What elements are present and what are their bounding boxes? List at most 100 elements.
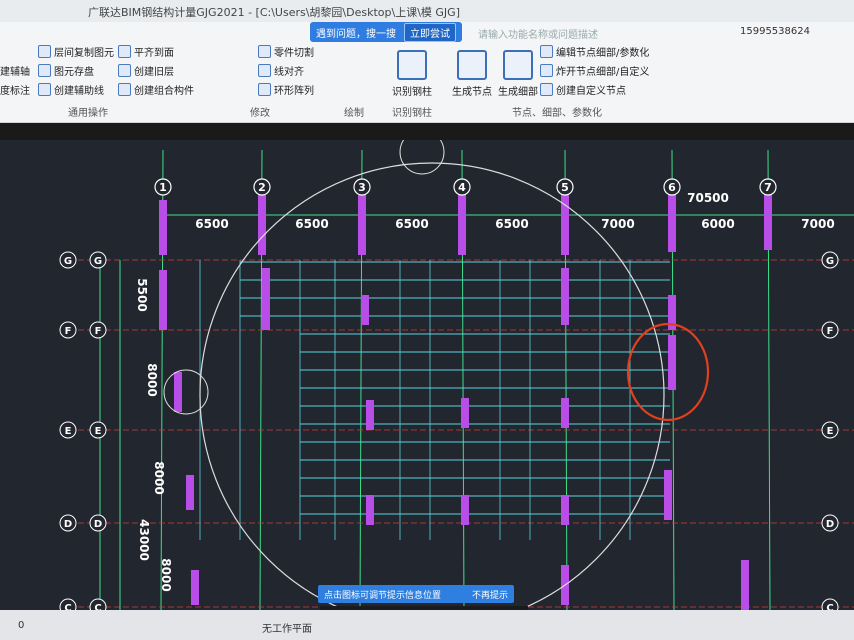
edit-node-button[interactable]: 编辑节点细部/参数化	[540, 44, 649, 59]
top-dimension: 6500	[195, 217, 228, 231]
title-bar: 广联达BIM钢结构计量GJG2021 - [C:\Users\胡黎园\Deskt…	[0, 0, 854, 22]
axis-letter-E: E	[65, 426, 72, 437]
steel-column	[764, 190, 772, 250]
ring-icon	[258, 83, 271, 96]
axis-letter-E: E	[95, 426, 102, 437]
steel-column	[668, 335, 676, 390]
line-align-icon	[258, 64, 271, 77]
node-icon	[457, 50, 487, 80]
top-dimension: 6500	[295, 217, 328, 231]
top-dimension: 6500	[495, 217, 528, 231]
work-plane-select[interactable]: 无工作平面	[262, 620, 312, 635]
axis-letter-C: C	[94, 603, 101, 610]
steel-column	[561, 495, 569, 525]
group-label-identify: 识别钢柱	[392, 108, 432, 119]
explode-node-button[interactable]: 炸开节点细部/自定义	[540, 63, 649, 78]
axis-letter-G: G	[94, 256, 102, 267]
steel-column	[174, 372, 182, 412]
steel-column	[664, 470, 672, 520]
axis-number-2: 2	[258, 181, 266, 194]
tip-bar: 点击图标可调节提示信息位置 不再提示	[318, 585, 514, 603]
try-now-button[interactable]: 立即尝试	[404, 22, 456, 42]
axis-number-5: 5	[561, 181, 569, 194]
ribbon-ring-array-button[interactable]: 环形阵列	[258, 82, 314, 97]
top-circle	[399, 129, 445, 175]
steel-column	[159, 270, 167, 330]
steel-column	[461, 398, 469, 428]
steel-column	[561, 268, 569, 325]
left-dimension: 8000	[152, 461, 166, 494]
save-icon	[38, 64, 51, 77]
status-bar: 0 无工作平面	[0, 610, 854, 640]
axis-letter-F: F	[827, 326, 834, 337]
axis-letter-D: D	[64, 519, 72, 530]
steel-column	[258, 195, 266, 255]
steel-column	[741, 560, 749, 610]
axis-letter-G: G	[64, 256, 72, 267]
generate-detail-button[interactable]: 生成细部	[494, 50, 542, 98]
align-icon	[118, 45, 131, 58]
ribbon-dimension-button[interactable]: 度标注	[0, 82, 30, 97]
drawing-canvas[interactable]: 1 2 3 4 5 6 7 G G G F F F E E E D D D C C C 6500 6500 6500 6500 70…	[0, 129, 854, 628]
steel-column	[561, 192, 569, 255]
ribbon-old-layer-button[interactable]: 创建旧层	[118, 63, 174, 78]
axis-letter-C: C	[64, 603, 71, 610]
top-dimension-total: 70500	[687, 191, 729, 205]
edit-node-icon	[540, 45, 553, 58]
axis-number-3: 3	[358, 181, 366, 194]
ribbon-align-face-button[interactable]: 平齐到面	[118, 44, 174, 59]
window-title: 广联达BIM钢结构计量GJG2021 - [C:\Users\胡黎园\Deskt…	[88, 6, 460, 19]
steel-column	[461, 495, 469, 525]
group-label-nodes: 节点、细部、参数化	[512, 108, 602, 119]
top-dimension: 6500	[395, 217, 428, 231]
axis-letter-C: C	[826, 603, 833, 610]
steel-column	[159, 200, 167, 255]
generate-node-button[interactable]: 生成节点	[448, 50, 496, 98]
cut-icon	[258, 45, 271, 58]
group-label-modify: 修改	[250, 108, 270, 119]
ribbon-combo-button[interactable]: 创建组合构件	[118, 82, 194, 97]
custom-node-icon	[540, 83, 553, 96]
identify-column-icon	[397, 50, 427, 80]
top-dimension: 7000	[801, 217, 834, 231]
ribbon-line-align-button[interactable]: 线对齐	[258, 63, 304, 78]
copy-icon	[38, 45, 51, 58]
top-dimension: 7000	[601, 217, 634, 231]
axis-number-4: 4	[458, 181, 466, 194]
steel-column	[186, 475, 194, 510]
axis-number-7: 7	[764, 181, 772, 194]
detail-icon	[503, 50, 533, 80]
steel-column	[561, 398, 569, 428]
custom-node-button[interactable]: 创建自定义节点	[540, 82, 626, 97]
columns-layer	[159, 190, 772, 610]
ribbon-aux-line-button[interactable]: 创建辅助线	[38, 82, 104, 97]
axis-letter-D: D	[826, 519, 834, 530]
axis-letter-E: E	[827, 426, 834, 437]
ribbon-aux-axis-button[interactable]: 建辅轴	[0, 63, 30, 78]
axis-number-6: 6	[668, 181, 676, 194]
tip-text: 点击图标可调节提示信息位置	[324, 590, 442, 601]
ribbon-save-element-button[interactable]: 图元存盘	[38, 63, 94, 78]
combo-icon	[118, 83, 131, 96]
steel-column	[458, 192, 466, 255]
axis-number-1: 1	[159, 181, 167, 194]
axis-letter-D: D	[94, 519, 102, 530]
group-label-common: 通用操作	[68, 108, 108, 119]
account-phone[interactable]: 15995538624	[740, 26, 810, 37]
search-input[interactable]: 请输入功能名称或问题描述	[478, 26, 598, 41]
steel-column	[668, 190, 676, 252]
cad-drawing[interactable]: 1 2 3 4 5 6 7 G G G F F F E E E D D D C C C 6500 6500 6500 6500 70…	[0, 129, 854, 628]
left-dimension: 43000	[137, 519, 151, 561]
tip-close-button[interactable]: 不再提示	[472, 588, 508, 601]
steel-column	[262, 268, 270, 330]
ribbon-copy-floor-button[interactable]: 层间复制图元	[38, 44, 114, 59]
line-icon	[38, 83, 51, 96]
ribbon-part-cut-button[interactable]: 零件切割	[258, 44, 314, 59]
small-circle	[163, 369, 209, 415]
axis-letter-G: G	[826, 256, 834, 267]
left-dimension: 5500	[135, 278, 149, 311]
left-dimension: 8000	[159, 558, 173, 591]
search-popup: 遇到问题，搜一搜 立即尝试	[310, 22, 462, 42]
axis-letter-F: F	[65, 326, 72, 337]
identify-column-button[interactable]: 识别钢柱	[388, 50, 436, 98]
